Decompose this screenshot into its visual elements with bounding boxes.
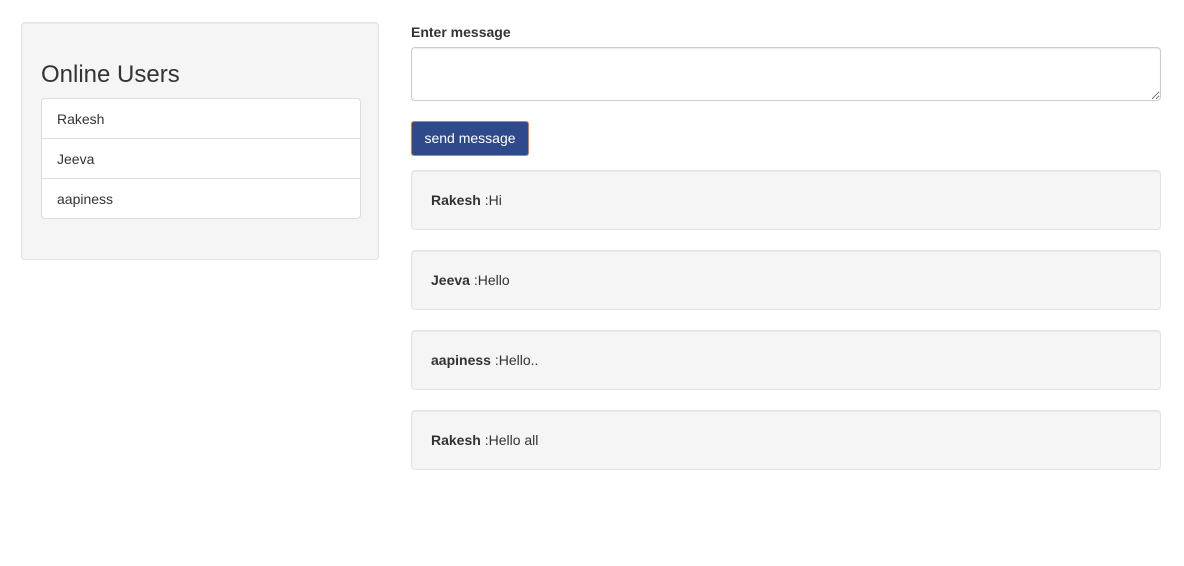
message-item: Rakesh :Hello all — [411, 410, 1161, 470]
message-sender: Rakesh — [431, 192, 481, 208]
online-users-list: Rakesh Jeeva aapiness — [41, 98, 361, 219]
message-item: aapiness :Hello.. — [411, 330, 1161, 390]
message-text: :Hi — [480, 192, 502, 208]
online-users-title: Online Users — [41, 61, 180, 88]
chat-page: Online Users Rakesh Jeeva aapiness Enter… — [0, 0, 1184, 566]
message-item: Rakesh :Hi — [411, 170, 1161, 230]
message-input-label: Enter message — [411, 24, 511, 40]
message-sender: aapiness — [431, 352, 491, 368]
send-message-button[interactable]: send message — [411, 121, 529, 156]
user-list-item[interactable]: Rakesh — [41, 98, 361, 139]
message-input[interactable] — [411, 47, 1161, 101]
message-item: Jeeva :Hello — [411, 250, 1161, 310]
message-text: :Hello — [469, 272, 510, 288]
message-text: :Hello all — [480, 432, 539, 448]
user-list-item[interactable]: aapiness — [41, 178, 361, 219]
message-text: :Hello.. — [490, 352, 539, 368]
online-users-panel: Online Users Rakesh Jeeva aapiness — [21, 22, 379, 260]
message-sender: Jeeva — [431, 272, 470, 288]
message-list: Rakesh :Hi Jeeva :Hello aapiness :Hello.… — [411, 170, 1161, 490]
message-sender: Rakesh — [431, 432, 481, 448]
user-list-item[interactable]: Jeeva — [41, 138, 361, 179]
